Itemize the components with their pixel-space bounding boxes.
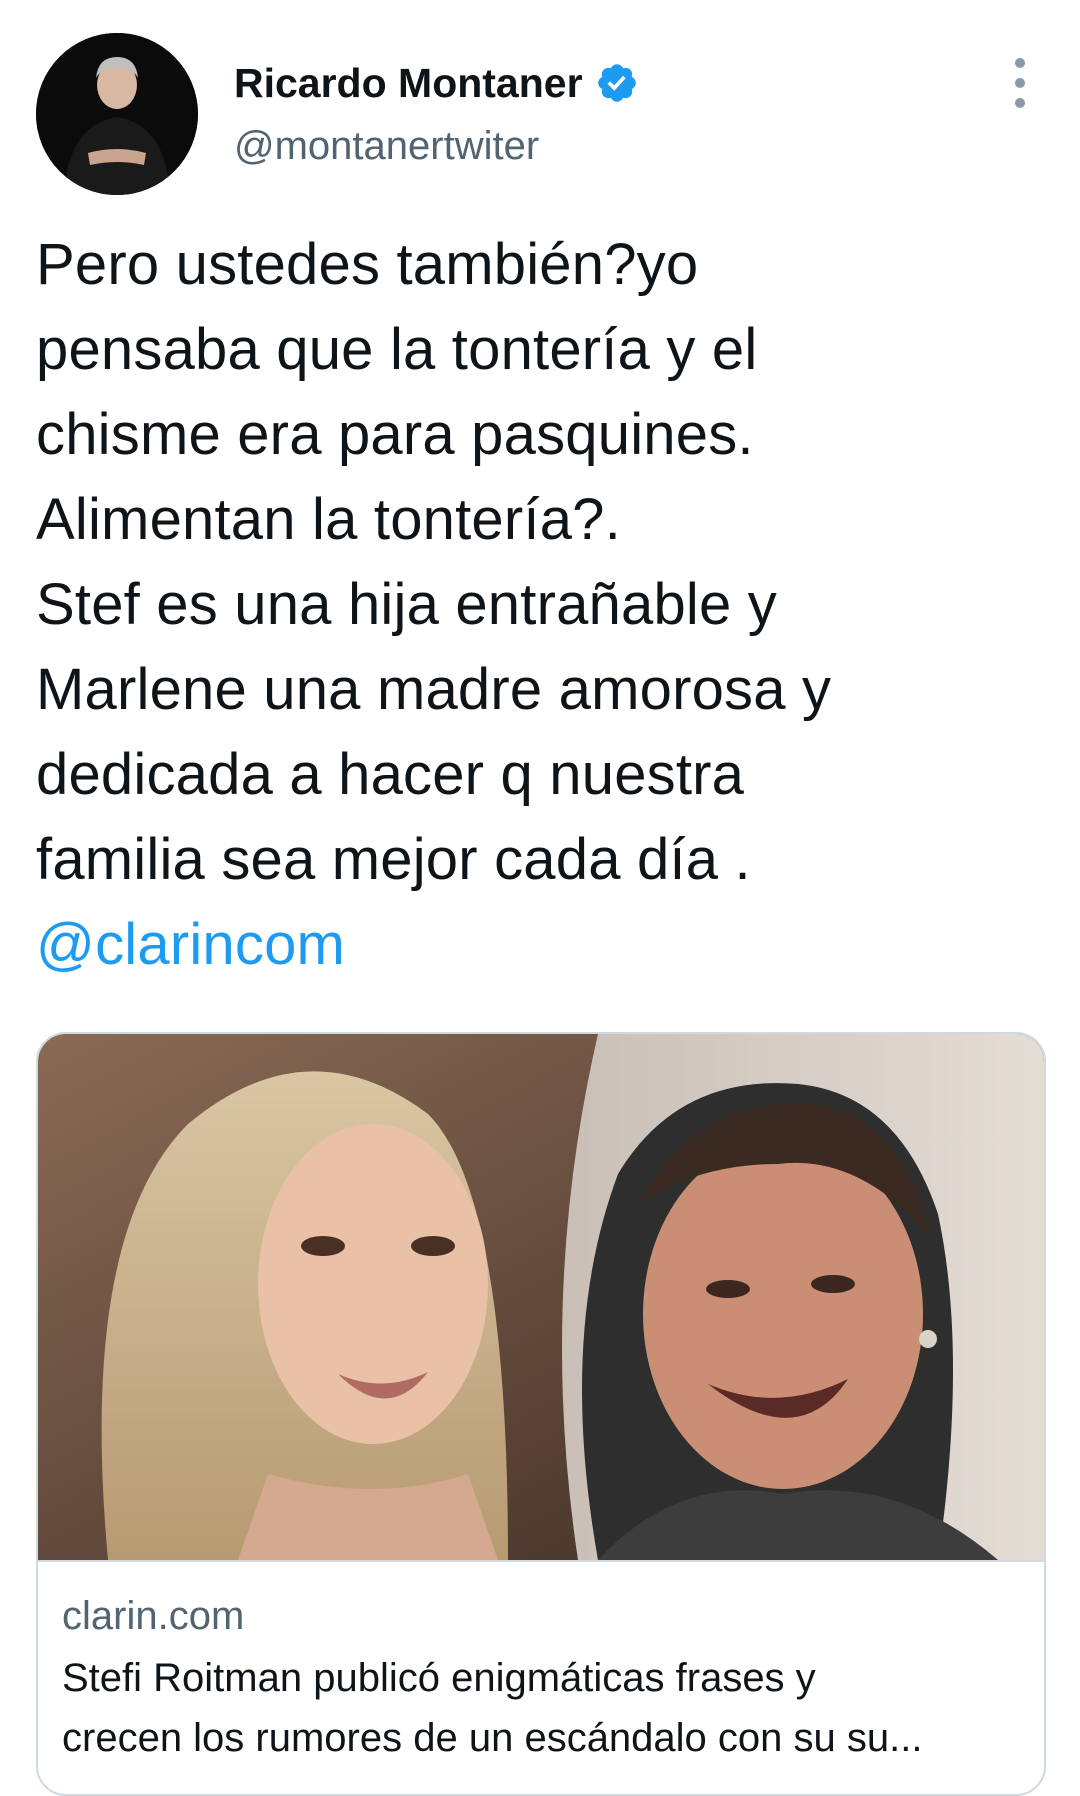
tweet-text-line: Stef es una hija entrañable y [36,572,777,637]
link-card-title: Stefi Roitman publicó enigmáticas frases… [62,1648,1022,1768]
display-name[interactable]: Ricardo Montaner [234,60,583,107]
author-handle[interactable]: @montanertwiter [234,124,539,169]
link-card-divider [38,1560,1044,1562]
tweet-text-line: pensaba que la tontería y el [36,317,758,382]
tweet-text-line: chisme era para pasquines. [36,402,754,467]
tweet-text-line: Pero ustedes también?yo [36,232,699,297]
tweet-text: Pero ustedes también?yo pensaba que la t… [36,222,1046,987]
tweet-text-line: Alimentan la tontería?. [36,487,621,552]
tweet-text-line: familia sea mejor cada día . [36,827,751,892]
link-card[interactable]: clarin.com Stefi Roitman publicó enigmát… [36,1032,1046,1796]
link-card-domain: clarin.com [62,1594,245,1638]
link-card-title-line: crecen los rumores de un escándalo con s… [62,1716,923,1760]
mention-link[interactable]: @clarincom [36,902,1046,987]
avatar-image [36,33,198,195]
tweet-text-line: Marlene una madre amorosa y [36,657,832,722]
tweet-text-line: dedicada a hacer q nuestra [36,742,745,807]
tweet: Ricardo Montaner @montanertwiter Pero us… [0,0,1080,1796]
more-vertical-icon[interactable] [1000,58,1040,108]
author-name-row[interactable]: Ricardo Montaner [234,58,639,108]
verified-check-icon [595,61,639,105]
link-card-image[interactable] [38,1034,1044,1560]
link-card-title-line: Stefi Roitman publicó enigmáticas frases… [62,1656,816,1700]
avatar[interactable] [36,33,198,195]
